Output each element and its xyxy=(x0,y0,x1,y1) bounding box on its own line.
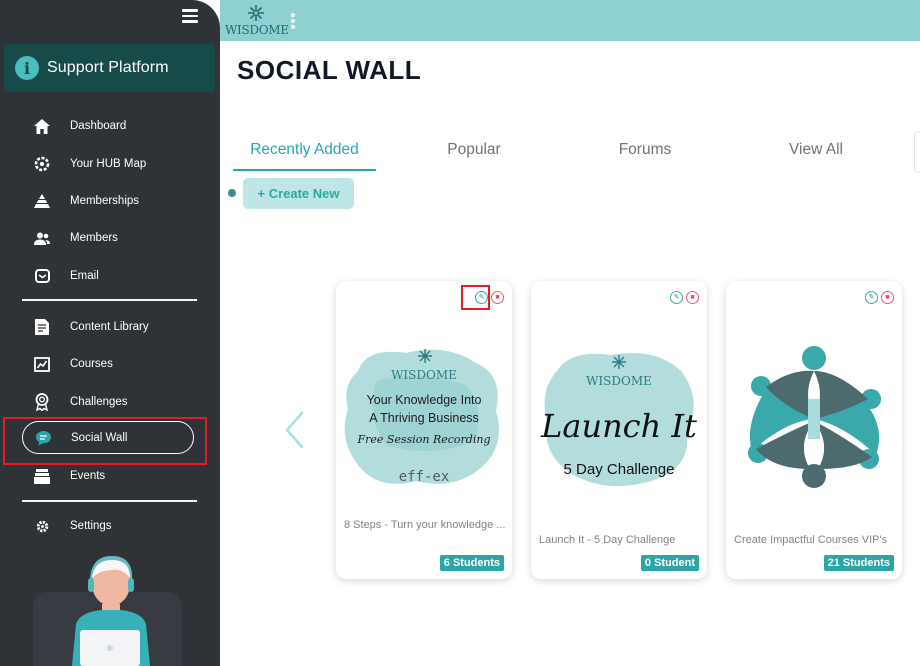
card-actions: ✎ ■ xyxy=(865,291,894,304)
active-tab-indicator xyxy=(233,169,376,171)
sidebar-item-challenges[interactable]: Challenges xyxy=(22,386,194,418)
tab-recently-added[interactable]: Recently Added xyxy=(233,141,376,171)
sidebar-divider xyxy=(22,299,197,301)
thumbnail-line: Your Knowledge Into xyxy=(367,393,482,407)
card-actions: ✎ ■ xyxy=(670,291,699,304)
sidebar-item-label: Content Library xyxy=(70,321,149,333)
sidebar-item-label: Events xyxy=(70,470,106,482)
annotation-highlight xyxy=(3,417,207,465)
delete-icon[interactable]: ■ xyxy=(881,291,894,304)
sidebar-item-courses[interactable]: Courses xyxy=(22,348,194,380)
topbar: WISDOME xyxy=(220,0,920,41)
sidebar-item-label: Members xyxy=(70,232,118,244)
students-badge: 6 Students xyxy=(439,555,504,571)
thumbnail-brand: WISDOME xyxy=(586,374,652,388)
post-thumbnail xyxy=(748,346,881,488)
pyramid-icon xyxy=(33,192,51,210)
menu-toggle-icon[interactable] xyxy=(182,9,198,23)
tab-forums[interactable]: Forums xyxy=(575,141,715,171)
gear-icon xyxy=(33,517,51,535)
status-dot xyxy=(228,189,236,197)
document-icon xyxy=(33,318,51,336)
gear-map-icon xyxy=(33,155,51,173)
tab-label: View All xyxy=(789,141,843,158)
sidebar-item-memberships[interactable]: Memberships xyxy=(22,185,194,217)
email-icon xyxy=(33,267,51,285)
platform-switcher[interactable]: i Support Platform xyxy=(4,44,215,92)
sidebar: i Support Platform Dashboard Your HUB Ma… xyxy=(0,0,220,666)
post-card[interactable]: ✎ ■ WISDOME Your Knowledge Into A Thrivi… xyxy=(336,281,512,579)
card-title: 8 Steps - Turn your knowledge ... xyxy=(344,519,506,531)
side-panel-handle[interactable] xyxy=(914,131,920,173)
chart-board-icon xyxy=(33,355,51,373)
delete-icon[interactable]: ■ xyxy=(491,291,504,304)
tab-bar: Recently Added Popular Forums View All xyxy=(233,141,920,173)
sidebar-item-dashboard[interactable]: Dashboard xyxy=(22,110,194,142)
post-card[interactable]: ✎ ■ Create Impactful Courses VIP's 21 St… xyxy=(726,281,902,579)
support-agent-illustration xyxy=(72,556,150,666)
card-title: Launch It - 5 Day Challenge xyxy=(539,534,676,546)
sidebar-item-label: Your HUB Map xyxy=(70,158,147,170)
sidebar-item-email[interactable]: Email xyxy=(22,260,194,292)
more-options-icon[interactable] xyxy=(291,13,295,29)
logo-text: WISDOME xyxy=(225,23,289,37)
annotation-highlight xyxy=(461,285,490,310)
delete-icon[interactable]: ■ xyxy=(686,291,699,304)
create-new-button[interactable]: + Create New xyxy=(243,178,354,209)
sidebar-item-content-library[interactable]: Content Library xyxy=(22,311,194,343)
post-thumbnail: WISDOME Launch It 5 Day Challenge xyxy=(540,353,697,487)
sidebar-item-hub-map[interactable]: Your HUB Map xyxy=(22,148,194,180)
carousel-prev-icon[interactable] xyxy=(282,410,308,450)
sidebar-item-label: Challenges xyxy=(70,396,128,408)
users-icon xyxy=(33,229,51,247)
students-badge: 21 Students xyxy=(823,555,894,571)
home-icon xyxy=(33,117,51,135)
thumbnail-brand: WISDOME xyxy=(391,368,457,382)
sidebar-item-label: Email xyxy=(70,270,99,282)
edit-icon[interactable]: ✎ xyxy=(865,291,878,304)
sidebar-item-label: Memberships xyxy=(70,195,140,207)
tab-label: Recently Added xyxy=(250,141,359,158)
wisdome-logo[interactable]: WISDOME xyxy=(225,3,289,39)
sidebar-item-label: Courses xyxy=(70,358,113,370)
thumbnail-line: Free Session Recording xyxy=(357,433,491,446)
sidebar-item-members[interactable]: Members xyxy=(22,222,194,254)
post-card[interactable]: ✎ ■ WISDOME Launch It 5 Day Challenge La… xyxy=(531,281,707,579)
thumbnail-line: 5 Day Challenge xyxy=(564,461,675,478)
tab-popular[interactable]: Popular xyxy=(404,141,544,171)
award-icon xyxy=(33,393,51,411)
tab-label: Popular xyxy=(447,141,501,158)
thumbnail-footer: eff-ex xyxy=(399,469,450,485)
tab-view-all[interactable]: View All xyxy=(746,141,886,171)
sidebar-item-label: Dashboard xyxy=(70,120,127,132)
thumbnail-line: A Thriving Business xyxy=(369,411,479,425)
logo-mark-icon xyxy=(248,5,264,21)
tab-label: Forums xyxy=(618,141,672,158)
card-title: Create Impactful Courses VIP's xyxy=(734,534,888,546)
sidebar-divider xyxy=(22,500,197,502)
thumbnail-line: Launch It xyxy=(540,407,697,445)
edit-icon[interactable]: ✎ xyxy=(670,291,683,304)
info-icon: i xyxy=(15,56,39,80)
sidebar-item-label: Settings xyxy=(70,520,112,532)
calendar-stack-icon xyxy=(33,467,51,485)
sidebar-item-settings[interactable]: Settings xyxy=(22,510,194,542)
post-thumbnail: WISDOME Your Knowledge Into A Thriving B… xyxy=(344,349,499,485)
page-title: SOCIAL WALL xyxy=(237,55,422,85)
students-badge: 0 Student xyxy=(640,555,699,571)
platform-name: Support Platform xyxy=(47,59,169,76)
